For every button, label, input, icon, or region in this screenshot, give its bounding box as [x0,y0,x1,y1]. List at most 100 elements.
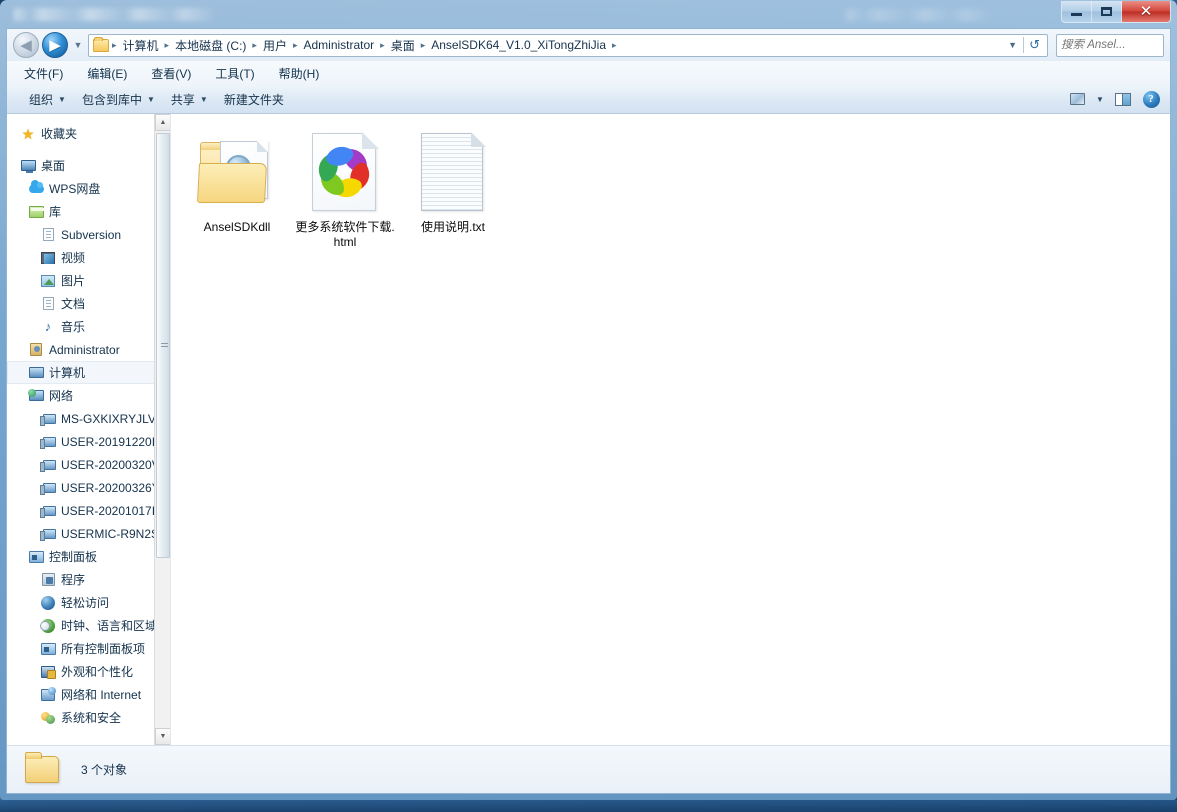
back-button[interactable]: ◀ [13,32,39,58]
sidebar-item-label: 音乐 [61,320,86,334]
history-dropdown-button[interactable]: ▼ [71,40,85,50]
programs-icon [39,573,57,586]
picture-icon [39,274,57,287]
file-item-folder[interactable]: AnselSDKdll [185,128,289,254]
sidebar-item-0[interactable]: ★ 收藏夹 [7,122,170,145]
sidebar-item-7[interactable]: 文档 [7,292,170,315]
sidebar-item-label: 桌面 [41,159,66,173]
new-folder-button[interactable]: 新建文件夹 [216,87,292,112]
sidebar-item-label: 网络和 Internet [61,688,142,702]
sidebar-item-label: WPS网盘 [49,182,101,196]
desktop-icon [19,160,37,173]
sidebar-item-label: Subversion [61,227,122,242]
menu-item-tools[interactable]: 工具(T) [210,63,259,84]
sidebar-item-10[interactable]: 计算机 [7,361,170,384]
menu-item-file[interactable]: 文件(F) [19,63,68,84]
sidebar-item-17[interactable]: USERMIC-R9N2S [7,522,170,545]
share-button[interactable]: 共享 ▼ [163,87,216,112]
sidebar-item-label: 程序 [61,573,86,587]
file-item-txt[interactable]: 使用说明.txt [401,128,505,254]
breadcrumb-item-desktop[interactable]: 桌面 [386,35,420,56]
change-view-dropdown[interactable]: ▼ [1092,88,1108,110]
sidebar-item-15[interactable]: USER-20200326Y [7,476,170,499]
menu-item-help[interactable]: 帮助(H) [274,63,325,84]
help-button[interactable]: ? [1138,88,1164,110]
search-box[interactable] [1056,33,1177,57]
breadcrumb-item-computer[interactable]: 计算机 [118,35,164,56]
scroll-down-button[interactable]: ▼ [155,728,170,745]
sidebar-item-25[interactable]: 系统和安全 [7,706,170,729]
folder-with-gears-icon [196,132,276,214]
view-mode-icon [1069,93,1085,105]
sidebar-item-22[interactable]: 所有控制面板项 [7,637,170,660]
desktop-taskbar-strip [0,800,1177,812]
sidebar-item-label: 轻松访问 [61,596,110,610]
back-arrow-icon: ◀ [20,36,32,54]
sidebar-item-6[interactable]: 图片 [7,269,170,292]
sidebar-item-2[interactable]: WPS网盘 [7,177,170,200]
minimize-button[interactable] [1062,1,1092,22]
sidebar-item-9[interactable]: Administrator [7,338,170,361]
breadcrumb-item-localdisk[interactable]: 本地磁盘 (C:) [170,35,251,56]
html-pinwheel-icon [312,132,379,214]
organize-button[interactable]: 组织 ▼ [21,87,74,112]
help-icon: ? [1142,90,1160,108]
sidebar-scrollbar[interactable]: ▲ ▼ [154,114,170,745]
sidebar-item-4[interactable]: Subversion [7,223,170,246]
control-panel-icon [27,550,45,563]
include-in-library-button[interactable]: 包含到库中 ▼ [74,87,163,112]
search-input[interactable] [1061,39,1177,51]
window-body: ★ 收藏夹桌面 WPS网盘库 Subversion 视频 图片文档 ♪ 音乐 Administr… [7,114,1170,745]
remote-computer-icon [39,528,57,541]
navigation-pane[interactable]: ★ 收藏夹桌面 WPS网盘库 Subversion 视频 图片文档 ♪ 音乐 Administr… [7,114,171,745]
sidebar-item-label: 文档 [61,297,86,311]
remote-computer-icon [39,413,57,426]
scroll-up-button[interactable]: ▲ [155,114,170,131]
breadcrumb-item-anselsdk[interactable]: AnselSDK64_V1.0_XiTongZhiJia [426,35,611,55]
breadcrumb[interactable]: ▸ 计算机 ▸ 本地磁盘 (C:) ▸ 用户 ▸ Administrator ▸… [88,33,1048,57]
toolbar-right-group: ▼ ? [1064,88,1164,110]
change-view-button[interactable] [1064,88,1090,110]
scrollbar-thumb[interactable] [156,133,170,558]
remote-computer-icon [39,505,57,518]
sidebar-item-16[interactable]: USER-20201017I [7,499,170,522]
sidebar-item-20[interactable]: 轻松访问 [7,591,170,614]
sidebar-item-1[interactable]: 桌面 [7,154,170,177]
menu-item-edit[interactable]: 编辑(E) [82,63,132,84]
sidebar-item-3[interactable]: 库 [7,200,170,223]
chevron-down-icon[interactable]: ▼ [1005,40,1023,50]
status-bar: 3 个对象 [7,745,1170,793]
sidebar-item-label: 计算机 [49,366,86,380]
menu-item-view[interactable]: 查看(V) [146,63,196,84]
sidebar-item-18[interactable]: 控制面板 [7,545,170,568]
explorer-window: ✕ ◀ ▶ ▼ ▸ 计算机 ▸ 本地磁盘 (C:) ▸ 用户 ▸ Adminis… [0,0,1177,800]
sidebar-item-19[interactable]: 程序 [7,568,170,591]
refresh-icon[interactable]: ↺ [1023,37,1045,53]
document-icon [39,297,57,310]
sidebar-item-23[interactable]: 外观和个性化 [7,660,170,683]
control-panel-icon [39,642,57,655]
appearance-icon [39,665,57,679]
preview-pane-button[interactable] [1110,88,1136,110]
breadcrumb-item-users[interactable]: 用户 [258,35,292,56]
sidebar-item-14[interactable]: USER-20200320V [7,453,170,476]
sidebar-item-13[interactable]: USER-20191220I [7,430,170,453]
sidebar-item-21[interactable]: 时钟、语言和区域 [7,614,170,637]
breadcrumb-item-administrator[interactable]: Administrator [298,35,379,55]
sidebar-item-12[interactable]: MS-GXKIXRYJLV [7,407,170,430]
sidebar-item-24[interactable]: 网络和 Internet [7,683,170,706]
sidebar-item-11[interactable]: 网络 [7,384,170,407]
sidebar-item-label: 网络 [49,389,74,403]
forward-button[interactable]: ▶ [42,32,68,58]
close-button[interactable]: ✕ [1122,1,1170,22]
file-item-html[interactable]: 更多系统软件下载.html [293,128,397,254]
sidebar-item-8[interactable]: ♪ 音乐 [7,315,170,338]
sidebar-item-label: USERMIC-R9N2S [61,526,160,541]
maximize-button[interactable] [1092,1,1122,22]
folder-icon [93,36,109,52]
sidebar-item-label: 外观和个性化 [61,665,134,679]
sidebar-item-5[interactable]: 视频 [7,246,170,269]
title-bar[interactable]: ✕ [6,0,1171,28]
close-icon: ✕ [1139,3,1153,20]
file-list[interactable]: AnselSDKdll 更多系统软件下载.html 使用说明.txt [171,114,1170,745]
